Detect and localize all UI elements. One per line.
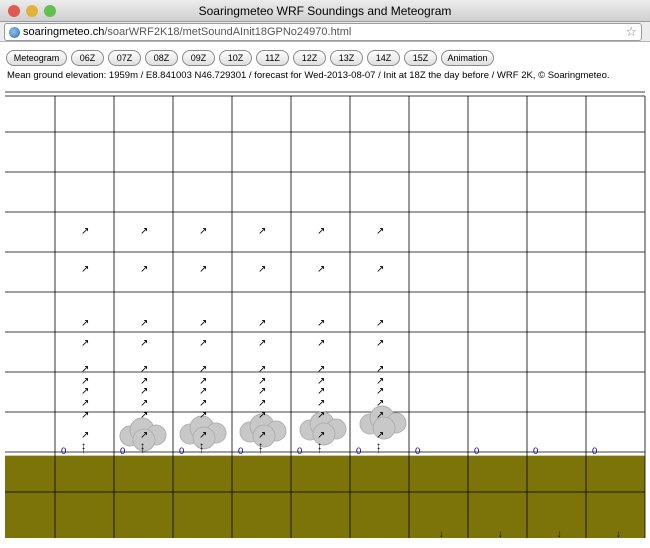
wind-arrow-icon: ↗	[199, 410, 208, 421]
wind-arrow-icon: ↗	[81, 264, 90, 275]
wind-arrow-icon: ↗	[376, 386, 385, 397]
ground-wind-zero: 0	[356, 446, 362, 457]
wind-arrow-icon: ↗	[376, 264, 385, 275]
wind-arrow-icon: ↗	[199, 338, 208, 349]
wind-arrow-icon: ↗	[258, 398, 267, 409]
wind-arrow-icon: ↗	[140, 264, 149, 275]
wind-arrow-icon: ↑	[258, 444, 263, 456]
wind-arrow-icon: ↗	[81, 398, 90, 409]
wind-down-arrow-icon: ↓	[498, 529, 503, 540]
wind-arrow-icon: ↗	[317, 264, 326, 275]
ground-wind-zero: 0	[415, 446, 421, 457]
wind-arrow-icon: ↑	[376, 444, 381, 456]
wind-arrow-icon: ↗	[258, 430, 267, 441]
ground-wind-zero: 0	[61, 446, 67, 457]
wind-arrow-icon: ↗	[199, 430, 208, 441]
wind-arrow-icon: ↗	[140, 338, 149, 349]
wind-down-arrow-icon: ↓	[616, 529, 621, 540]
wind-arrow-icon: ↗	[317, 318, 326, 329]
wind-arrow-icon: ↗	[317, 398, 326, 409]
wind-arrow-icon: ↗	[317, 364, 326, 375]
wind-arrow-icon: ↗	[81, 386, 90, 397]
wind-arrow-icon: ↗	[199, 264, 208, 275]
wind-arrow-icon: ↗	[81, 318, 90, 329]
wind-arrow-icon: ↗	[140, 226, 149, 237]
wind-arrow-icon: ↗	[258, 338, 267, 349]
wind-arrow-icon: ↗	[376, 338, 385, 349]
ground-wind-zero: 0	[120, 446, 126, 457]
wind-arrow-icon: ↗	[199, 318, 208, 329]
wind-arrow-icon: ↑	[140, 444, 145, 456]
ground-wind-zero: 0	[592, 446, 598, 457]
wind-arrow-icon: ↗	[81, 430, 90, 441]
wind-arrow-icon: ↗	[199, 226, 208, 237]
wind-arrow-icon: ↗	[81, 338, 90, 349]
wind-down-arrow-icon: ↓	[439, 529, 444, 540]
wind-arrow-icon: ↗	[140, 386, 149, 397]
wind-arrow-icon: ↗	[81, 410, 90, 421]
wind-arrow-icon: ↗	[140, 430, 149, 441]
wind-arrow-icon: ↗	[317, 430, 326, 441]
ground-wind-zero: 0	[533, 446, 539, 457]
wind-arrow-icon: ↗	[199, 386, 208, 397]
wind-arrow-icon: ↗	[317, 226, 326, 237]
wind-arrow-icon: ↗	[140, 410, 149, 421]
wind-arrow-icon: ↗	[376, 318, 385, 329]
wind-arrow-icon: ↗	[258, 226, 267, 237]
ground-wind-zero: 0	[297, 446, 303, 457]
wind-arrow-icon: ↗	[376, 430, 385, 441]
wind-arrow-icon: ↗	[81, 226, 90, 237]
wind-arrow-icon: ↗	[258, 410, 267, 421]
wind-arrow-icon: ↗	[140, 398, 149, 409]
wind-arrow-icon: ↗	[376, 410, 385, 421]
wind-arrow-icon: ↗	[199, 398, 208, 409]
wind-arrow-icon: ↗	[376, 398, 385, 409]
wind-arrow-icon: ↗	[317, 338, 326, 349]
wind-arrow-icon: ↑	[199, 444, 204, 456]
wind-arrow-icon: ↗	[376, 364, 385, 375]
wind-arrow-icon: ↑	[317, 444, 322, 456]
ground-wind-zero: 0	[238, 446, 244, 457]
terrain-block	[5, 455, 645, 538]
wind-arrow-icon: ↗	[258, 364, 267, 375]
wind-arrow-icon: ↗	[258, 386, 267, 397]
ground-wind-zero: 0	[474, 446, 480, 457]
wind-arrow-icon: ↗	[81, 364, 90, 375]
ground-wind-zero: 0	[179, 446, 185, 457]
wind-arrow-icon: ↗	[199, 364, 208, 375]
wind-arrow-icon: ↗	[258, 318, 267, 329]
wind-arrow-icon: ↗	[376, 226, 385, 237]
wind-down-arrow-icon: ↓	[557, 529, 562, 540]
wind-arrow-icon: ↑	[81, 444, 86, 456]
wind-arrow-icon: ↗	[140, 364, 149, 375]
wind-arrow-icon: ↗	[140, 318, 149, 329]
wind-arrow-icon: ↗	[317, 410, 326, 421]
wind-arrow-icon: ↗	[317, 386, 326, 397]
wind-arrow-icon: ↗	[258, 264, 267, 275]
